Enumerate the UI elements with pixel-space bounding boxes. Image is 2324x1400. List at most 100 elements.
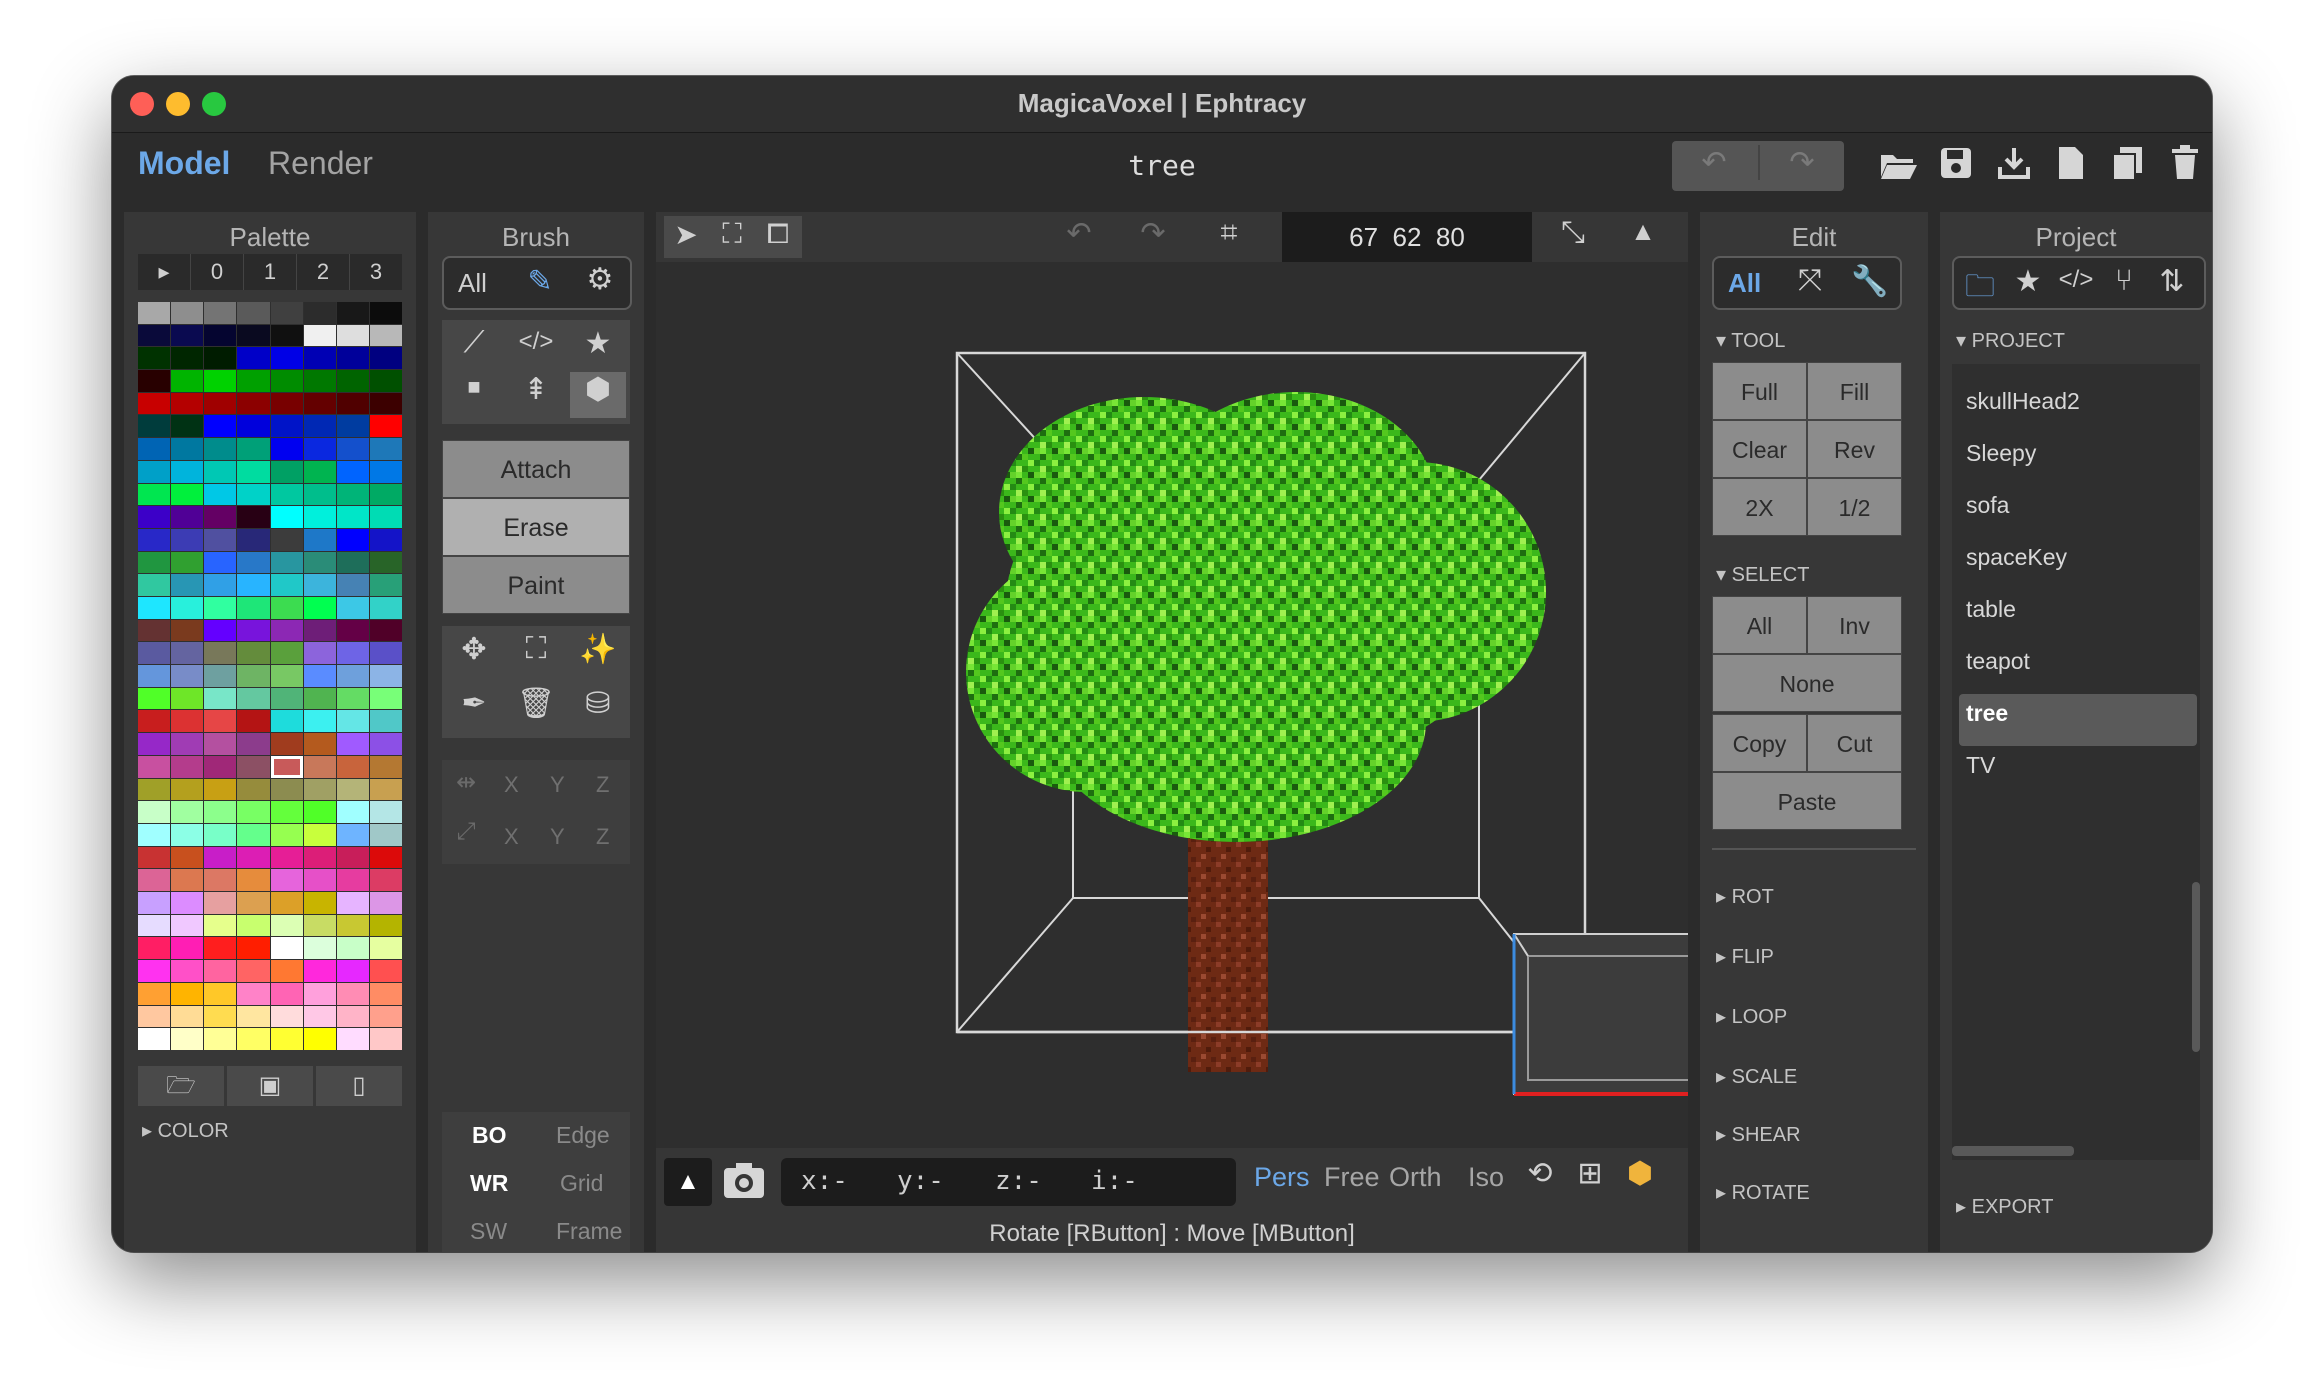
palette-swatch[interactable] [171, 619, 204, 642]
palette-swatch[interactable] [237, 619, 270, 642]
axis2-x[interactable]: X [504, 824, 519, 850]
paint-button[interactable]: Paint [442, 556, 630, 614]
palette-tab-1[interactable]: 0 [190, 254, 243, 290]
script-icon[interactable]: </> [2054, 266, 2098, 294]
palette-swatch[interactable] [237, 733, 270, 755]
palette-swatch[interactable] [270, 801, 303, 823]
mirror-y[interactable]: Y [550, 772, 565, 798]
pattern-brush-icon[interactable]: </> [508, 328, 564, 356]
export-icon[interactable] [1996, 145, 2032, 181]
palette-swatch[interactable] [336, 982, 369, 1005]
palette-swatch[interactable] [303, 823, 336, 846]
palette-swatch[interactable] [237, 347, 270, 370]
palette-swatch[interactable] [204, 619, 237, 642]
axis-scale-icon[interactable]: ⤢ [446, 818, 486, 846]
palette-swatch[interactable] [336, 665, 369, 687]
palette-swatch[interactable] [270, 370, 303, 392]
attach-button[interactable]: Attach [442, 440, 630, 498]
tool-section[interactable]: ▾ TOOL [1716, 328, 1785, 353]
palette-swatch[interactable] [138, 960, 171, 982]
cube-view-icon[interactable]: ⬢ [1618, 1156, 1662, 1191]
palette-swatch[interactable] [204, 642, 237, 665]
palette-swatch[interactable] [204, 370, 237, 392]
palette-swatch[interactable] [369, 347, 402, 370]
palette-swatch[interactable] [171, 914, 204, 937]
project-item-tv[interactable]: TV [1966, 752, 1995, 779]
palette-swatch[interactable] [171, 801, 204, 823]
view-orth[interactable]: Orth [1389, 1162, 1442, 1193]
option-sw[interactable]: SW [470, 1218, 507, 1245]
palette-swatch[interactable] [138, 914, 171, 937]
palette-swatch[interactable] [369, 642, 402, 665]
palette-swatch[interactable] [237, 302, 270, 324]
palette-swatch[interactable] [204, 960, 237, 982]
palette-swatch[interactable] [204, 1028, 237, 1050]
palette-swatch[interactable] [171, 370, 204, 392]
magic-wand-icon[interactable]: ✨ [570, 632, 626, 667]
palette-swatch[interactable] [138, 347, 171, 370]
palette-swatch[interactable] [369, 483, 402, 506]
palette-swatch[interactable] [336, 642, 369, 665]
select-all-button[interactable]: All [1712, 596, 1807, 654]
project-item-sofa[interactable]: sofa [1966, 492, 2009, 519]
option-wr[interactable]: WR [470, 1170, 508, 1197]
palette-swatch[interactable] [369, 1005, 402, 1028]
palette-swatch[interactable] [303, 483, 336, 506]
palette-swatch[interactable] [204, 892, 237, 914]
tool-rev-button[interactable]: Rev [1807, 420, 1902, 478]
eyedropper-icon[interactable]: ✒ [446, 686, 502, 721]
palette-swatch[interactable] [237, 642, 270, 665]
palette-swatch[interactable] [303, 551, 336, 574]
palette-swatch[interactable] [138, 483, 171, 506]
palette-swatch[interactable] [369, 687, 402, 710]
palette-swatch[interactable] [171, 733, 204, 755]
palette-swatch[interactable] [336, 687, 369, 710]
palette-swatch[interactable] [270, 460, 303, 483]
palette-swatch[interactable] [369, 778, 402, 801]
palette-swatch[interactable] [270, 528, 303, 551]
palette-swatch[interactable] [369, 619, 402, 642]
palette-swatch[interactable] [204, 1005, 237, 1028]
palette-swatch[interactable] [237, 460, 270, 483]
sort-icon[interactable]: ⇅ [2150, 264, 2194, 299]
palette-swatch[interactable] [237, 1028, 270, 1050]
palette-swatch[interactable] [270, 982, 303, 1005]
view-pers[interactable]: Pers [1254, 1162, 1310, 1193]
palette-swatch[interactable] [171, 665, 204, 687]
palette-swatch[interactable] [138, 392, 171, 415]
palette-swatch[interactable] [270, 302, 303, 324]
palette-swatch[interactable] [303, 1028, 336, 1050]
model-size-field[interactable]: 67 62 80 [1282, 212, 1532, 262]
palette-swatch[interactable] [336, 710, 369, 733]
palette-swatch[interactable] [369, 914, 402, 937]
palette-swatch[interactable] [303, 755, 336, 778]
project-item-sleepy[interactable]: Sleepy [1966, 440, 2036, 467]
palette-swatch[interactable] [270, 574, 303, 596]
palette-swatch[interactable] [303, 302, 336, 324]
palette-swatch[interactable] [336, 733, 369, 755]
box-select-icon[interactable]: ⛶ [710, 218, 754, 251]
palette-swatch[interactable] [270, 823, 303, 846]
color-section[interactable]: ▸ COLOR [142, 1118, 229, 1143]
palette-swatch[interactable] [369, 801, 402, 823]
palette-swatch[interactable] [336, 370, 369, 392]
palette-swatch[interactable] [204, 438, 237, 460]
palette-swatch[interactable] [204, 778, 237, 801]
palette-swatch[interactable] [204, 937, 237, 960]
palette-swatch[interactable] [303, 778, 336, 801]
palette-swatch[interactable] [237, 506, 270, 528]
tool-clear-button[interactable]: Clear [1712, 420, 1807, 478]
palette-swatch[interactable] [303, 370, 336, 392]
palette-swatch[interactable] [204, 324, 237, 347]
erase-button[interactable]: Erase [442, 498, 630, 556]
palette-swatch[interactable] [369, 710, 402, 733]
palette-swatch[interactable] [171, 823, 204, 846]
palette-swatch[interactable] [237, 823, 270, 846]
palette-swatch[interactable] [138, 778, 171, 801]
palette-swatch[interactable] [237, 324, 270, 347]
move-icon[interactable]: ✥ [446, 632, 502, 667]
new-file-icon[interactable] [2056, 145, 2086, 181]
option-grid[interactable]: Grid [560, 1170, 603, 1197]
palette-swatch[interactable] [138, 370, 171, 392]
tool-2x-button[interactable]: 2X [1712, 478, 1807, 536]
